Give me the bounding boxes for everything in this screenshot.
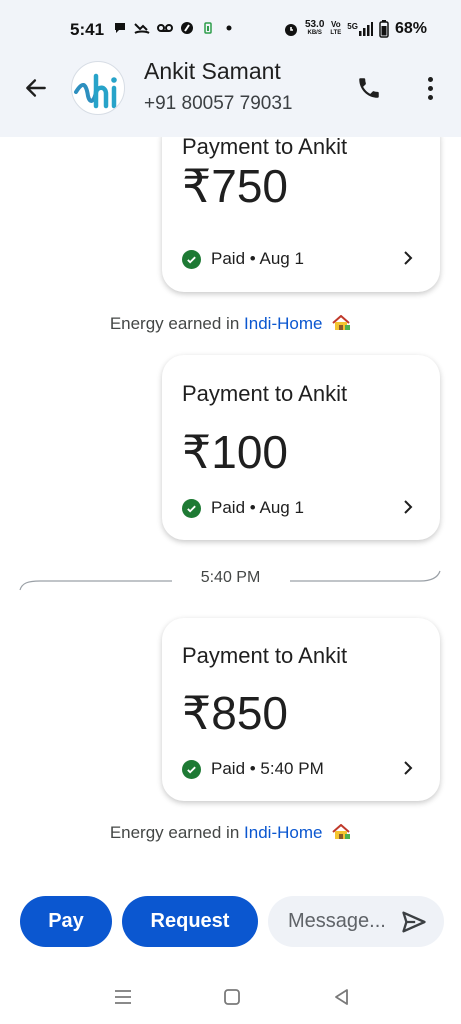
battery-icon [379,20,389,38]
home-icon[interactable] [220,986,244,1008]
payment-title: Payment to Ankit [182,381,348,406]
status-bar: 5:41 53.0 KB/S Vo LTE 5G 68% [0,0,461,52]
battery-saver-icon [204,22,212,34]
signal-icon [358,22,373,36]
status-right: 53.0 KB/S Vo LTE 5G 68% [283,20,427,38]
app-notification-icon [181,22,193,34]
network-speed: 53.0 KB/S [304,19,325,37]
chat-thread[interactable]: Payment to Ankit ₹750 Paid • Aug 1 Energ… [0,137,461,882]
more-notifications-dot-icon [226,25,232,31]
payment-title: Payment to Ankit [182,137,348,159]
contact-phone: +91 80057 79031 [144,93,293,114]
check-circle-icon [182,498,201,518]
energy-note: Energy earned in Indi-Home [0,823,461,843]
payment-status: Paid • Aug 1 [182,498,304,518]
more-dot [427,76,433,82]
avatar-logo-icon [74,73,117,109]
back-button[interactable] [20,72,52,104]
send-icon[interactable] [400,908,428,936]
indi-home-link[interactable]: Indi-Home [244,823,322,842]
energy-note-prefix: Energy earned in [109,823,240,842]
house-icon [332,824,351,839]
payment-title: Payment to Ankit [182,643,348,668]
avatar[interactable] [71,61,125,115]
back-triangle-icon[interactable] [330,986,354,1008]
contact-name: Ankit Samant [144,58,281,84]
pay-button[interactable]: Pay [20,896,112,947]
notification-icons [113,21,236,35]
screen: 5:41 53.0 KB/S Vo LTE 5G 68% Ankit Saman… [0,0,461,1024]
more-options-button[interactable] [416,71,444,105]
energy-note: Energy earned in Indi-Home [0,314,461,334]
network-type: 5G [347,22,358,31]
payment-amount: ₹850 [182,687,289,739]
payment-amount: ₹750 [182,160,289,212]
chat-header: Ankit Samant +91 80057 79031 [0,52,461,137]
phone-icon [359,78,379,98]
payment-status: Paid • 5:40 PM [182,759,324,779]
system-nav-bar [0,970,461,1024]
energy-note-prefix: Energy earned in [109,314,240,333]
more-dot [427,94,433,100]
voicemail-icon [157,24,173,32]
status-time: 5:41 [70,20,105,39]
volte-indicator: Vo LTE [330,20,342,37]
recents-menu-icon[interactable] [111,986,135,1008]
payment-status: Paid • Aug 1 [182,249,304,269]
payment-status-text: Paid • Aug 1 [211,249,304,268]
signal-indicator: 5G [347,22,373,36]
more-dot [427,85,433,91]
alarm-icon [284,24,297,36]
battery-percent: 68% [394,20,427,37]
request-button[interactable]: Request [122,896,258,947]
payment-card[interactable]: Payment to Ankit ₹100 Paid • Aug 1 [162,355,440,540]
chevron-right-icon[interactable] [400,499,416,515]
payment-status-text: Paid • Aug 1 [211,498,304,517]
message-box[interactable] [268,896,444,947]
chat-icon [115,23,125,33]
indi-home-link[interactable]: Indi-Home [244,314,322,333]
payment-amount: ₹100 [182,426,289,478]
chevron-right-icon[interactable] [400,760,416,776]
message-input[interactable] [288,910,398,933]
call-button[interactable] [352,71,386,105]
check-circle-icon [182,249,201,269]
arrow-back-icon [26,79,46,97]
payment-status-text: Paid • 5:40 PM [211,759,324,778]
divider-time: 5:40 PM [200,569,261,586]
payment-card[interactable]: Payment to Ankit ₹850 Paid • 5:40 PM [162,618,440,801]
chevron-right-icon[interactable] [400,250,416,266]
house-icon [332,315,351,330]
missed-call-icon [134,23,150,34]
payment-card[interactable]: Payment to Ankit ₹750 Paid • Aug 1 [162,137,440,292]
check-circle-icon [182,759,201,779]
